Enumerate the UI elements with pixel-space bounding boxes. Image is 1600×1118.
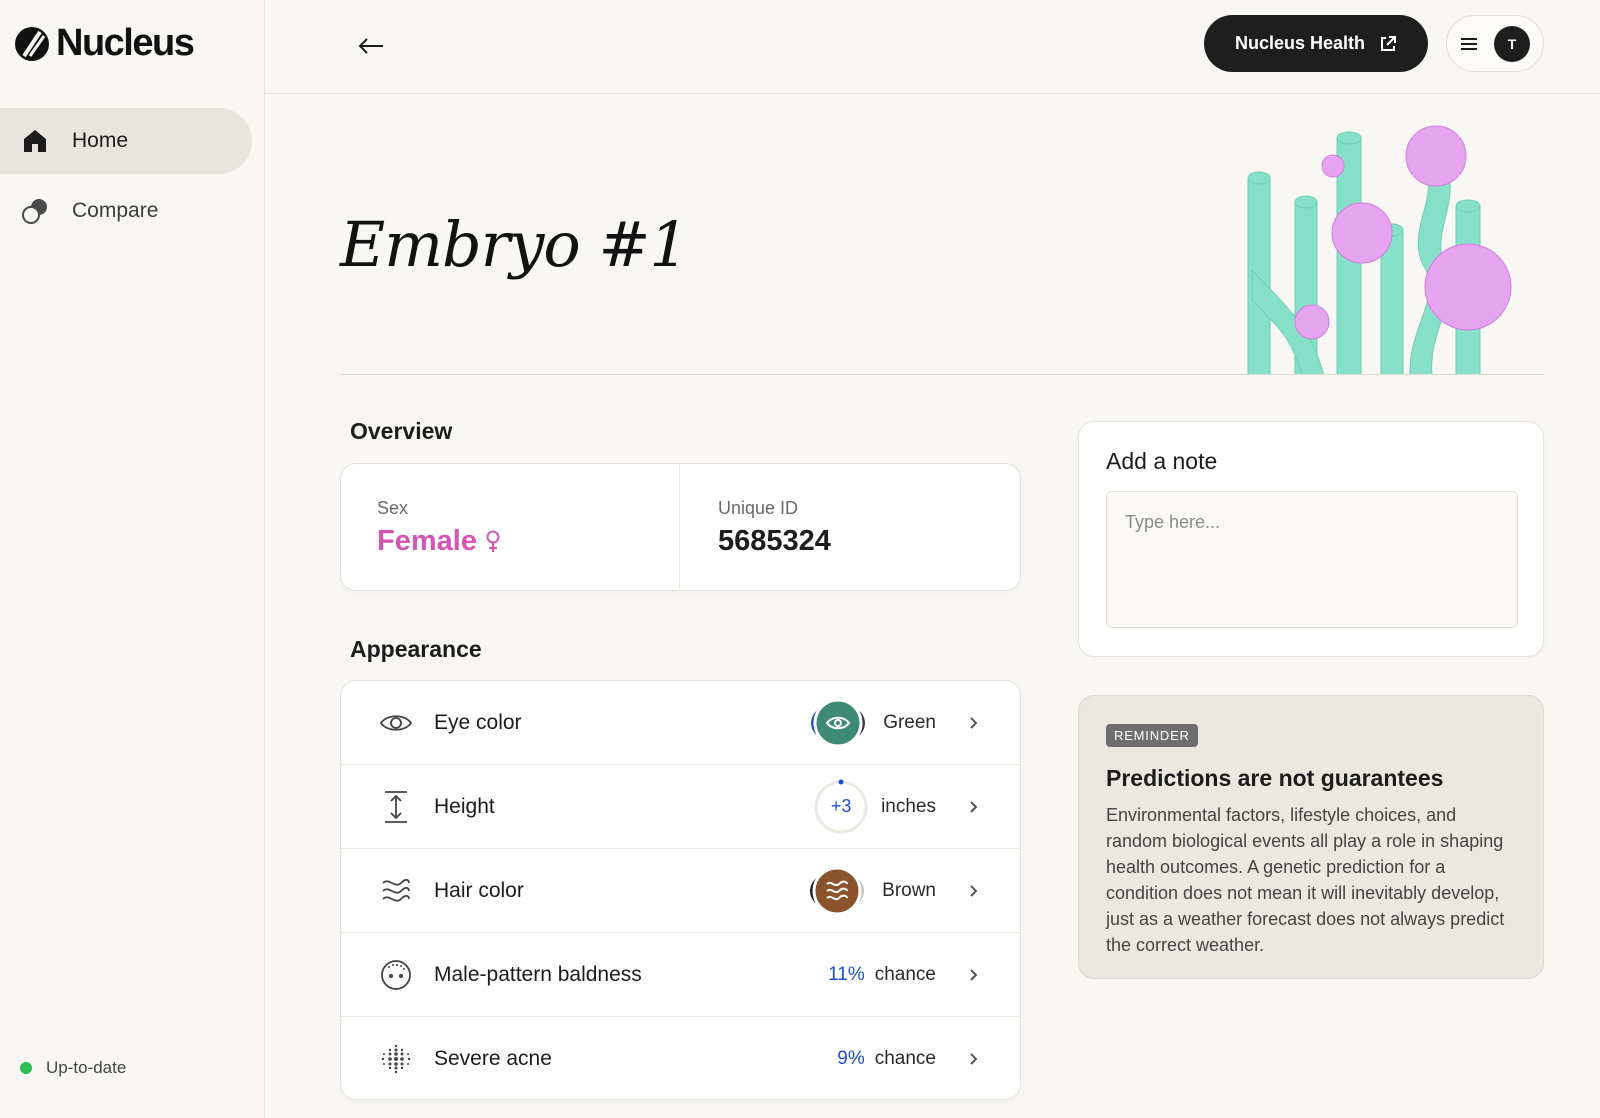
sex-cell: Sex Female xyxy=(341,464,679,590)
trait-unit: inches xyxy=(881,795,936,817)
trait-percent: 9% xyxy=(837,1048,865,1069)
nucleus-health-button[interactable]: Nucleus Health xyxy=(1204,15,1428,72)
trait-label: Height xyxy=(434,794,495,818)
dna-illustration xyxy=(1247,125,1512,375)
hamburger-icon xyxy=(1461,37,1477,50)
trait-value: Green xyxy=(805,698,982,747)
trait-label: Hair color xyxy=(434,878,524,902)
reminder-body: Environmental factors, lifestyle choices… xyxy=(1106,805,1505,955)
brand-logo[interactable]: Nucleus xyxy=(14,22,195,65)
topbar: Nucleus Health T xyxy=(265,0,1600,94)
dot-grid-icon xyxy=(379,1042,413,1076)
arrow-left-icon xyxy=(358,38,383,54)
waves-icon xyxy=(379,874,413,908)
brand-name: Nucleus xyxy=(56,22,195,64)
height-delta: +3 xyxy=(830,796,852,816)
reminder-title: Predictions are not guarantees xyxy=(1106,765,1444,791)
compare-icon xyxy=(20,196,50,226)
reminder-card: REMINDER Predictions are not guarantees … xyxy=(1078,695,1544,979)
trait-value-text: Green xyxy=(883,711,936,733)
page-title: Embryo #1 xyxy=(340,208,689,281)
sex-value: Female xyxy=(377,525,643,558)
height-icon xyxy=(379,790,413,824)
trait-row-height[interactable]: Height +3 inches xyxy=(341,765,1020,849)
note-card: Add a note xyxy=(1078,421,1544,657)
external-link-icon xyxy=(1381,35,1397,51)
sex-label: Sex xyxy=(377,498,409,518)
chevron-right-icon xyxy=(970,884,978,897)
sidebar-item-home[interactable]: Home xyxy=(0,108,252,174)
back-button[interactable] xyxy=(353,28,389,64)
unique-id-label: Unique ID xyxy=(718,498,799,518)
trait-row-hair-color[interactable]: Hair color Brown xyxy=(341,849,1020,933)
reminder-badge: REMINDER xyxy=(1106,724,1198,747)
sidebar-item-label: Home xyxy=(72,129,129,152)
chevron-right-icon xyxy=(970,716,978,729)
nucleus-logo-icon xyxy=(15,26,49,61)
head-dots-icon xyxy=(379,958,413,992)
eye-icon xyxy=(379,706,413,740)
note-heading: Add a note xyxy=(1106,448,1218,474)
trait-value: +3 inches xyxy=(813,779,982,835)
sidebar-item-label: Compare xyxy=(72,199,159,222)
unique-id-cell: Unique ID 5685324 xyxy=(679,464,1020,590)
unique-id-value: 5685324 xyxy=(718,525,831,557)
appearance-card: Eye color Green Height +3 inches Hair co… xyxy=(340,680,1021,1100)
sidebar: Nucleus Home Compare Up-to-date xyxy=(0,0,265,1118)
female-symbol-icon xyxy=(486,530,500,552)
status-label: Up-to-date xyxy=(46,1058,127,1077)
sex-value-text: Female xyxy=(377,525,477,557)
chevron-right-icon xyxy=(970,800,978,813)
sync-status: Up-to-date xyxy=(20,1058,126,1078)
height-ring: +3 xyxy=(813,779,869,835)
cta-label: Nucleus Health xyxy=(1234,33,1366,53)
status-dot-icon xyxy=(20,1062,32,1074)
avatar: T xyxy=(1494,25,1530,62)
hair-color-swatch-icon xyxy=(810,866,865,915)
trait-value-text: Brown xyxy=(882,879,936,901)
overview-card: Sex Female Unique ID 5685324 xyxy=(340,463,1021,591)
sidebar-item-compare[interactable]: Compare xyxy=(0,178,252,244)
trait-value: 11% chance xyxy=(828,964,982,986)
trait-row-male-pattern-baldness[interactable]: Male-pattern baldness 11% chance xyxy=(341,933,1020,1017)
appearance-heading: Appearance xyxy=(350,636,482,662)
trait-label: Severe acne xyxy=(434,1047,552,1070)
chevron-right-icon xyxy=(970,968,978,981)
home-icon xyxy=(20,126,50,156)
account-menu-button[interactable]: T xyxy=(1446,15,1544,72)
trait-unit: chance xyxy=(874,963,936,985)
trait-row-eye-color[interactable]: Eye color Green xyxy=(341,681,1020,765)
trait-value: 9% chance xyxy=(837,1048,982,1070)
eye-color-swatch-icon xyxy=(811,698,866,747)
note-textarea[interactable] xyxy=(1106,491,1518,628)
header-divider xyxy=(340,374,1544,375)
trait-percent: 11% xyxy=(828,963,865,985)
trait-label: Male-pattern baldness xyxy=(434,962,642,986)
overview-heading: Overview xyxy=(350,418,453,444)
chevron-right-icon xyxy=(970,1053,978,1065)
trait-unit: chance xyxy=(874,1048,936,1069)
trait-row-severe-acne[interactable]: Severe acne 9% chance xyxy=(341,1017,1020,1099)
trait-value: Brown xyxy=(804,866,982,915)
trait-label: Eye color xyxy=(434,710,522,734)
